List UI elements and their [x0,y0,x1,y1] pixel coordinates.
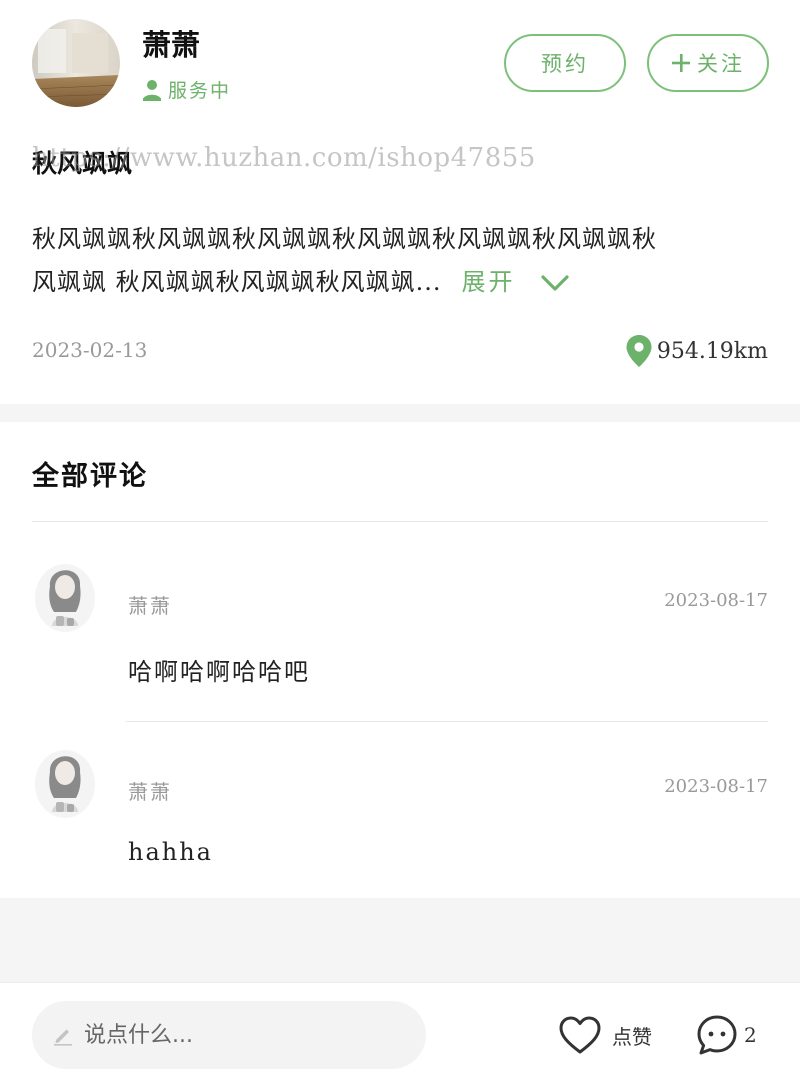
bottom-action-bar: 点赞 2 [0,982,800,1078]
comment-count: 2 [744,1023,757,1047]
comment-date: 2023-08-17 [664,590,768,611]
heart-icon [559,1016,601,1054]
expand-label: 展开 [461,268,516,296]
plus-icon [672,54,690,72]
comment-count-button[interactable]: 2 [696,1014,757,1056]
commenter-avatar[interactable] [32,742,98,820]
divider [126,721,768,722]
post-date: 2023-02-13 [32,338,148,362]
post-body-line: 风飒飒 秋风飒飒秋风飒飒秋风飒飒... [32,268,442,296]
service-status: 服务中 [142,76,231,103]
comments-section: 全部评论 萧萧 2023-08-17 哈啊哈啊哈哈吧 萧萧 2023-08-17… [0,422,800,898]
divider [32,521,768,522]
commenter-avatar[interactable] [32,556,98,634]
comment-text: hahha [128,838,213,866]
comment-item: 萧萧 2023-08-17 hahha [32,742,768,922]
profile-avatar[interactable] [32,19,120,107]
profile-name: 萧萧 [142,28,201,62]
comments-title: 全部评论 [32,461,148,492]
distance-info: 954.19km [625,334,768,368]
distance-value: 954.19km [656,338,768,364]
location-pin-icon [626,335,652,367]
comment-text: 哈啊哈啊哈哈吧 [128,658,310,686]
comment-date: 2023-08-17 [664,776,768,797]
comment-input[interactable] [84,1022,384,1048]
chevron-down-icon [540,274,569,291]
comment-item: 萧萧 2023-08-17 哈啊哈啊哈哈吧 [32,556,768,736]
pencil-icon [54,1029,72,1046]
book-button[interactable]: 预约 [504,34,626,92]
commenter-name: 萧萧 [128,780,172,804]
chat-bubble-icon [697,1015,737,1055]
follow-button-label: 关注 [697,52,745,76]
commenter-name: 萧萧 [128,594,172,618]
post-body: 秋风飒飒秋风飒飒秋风飒飒秋风飒飒秋风飒飒秋风飒飒秋 风飒飒 秋风飒飒秋风飒飒秋风… [32,218,768,304]
person-icon [143,79,161,101]
watermark-text: https://www.huzhan.com/ishop47855 [32,143,536,173]
follow-button[interactable]: 关注 [647,34,769,92]
like-label: 点赞 [612,1024,652,1049]
expand-button[interactable]: 展开 [462,261,570,304]
comment-input-box[interactable] [32,1001,426,1069]
post-card: 萧萧 服务中 预约 关注 秋风飒飒 https://www.huzhan.com… [0,0,800,404]
post-body-line: 秋风飒飒秋风飒飒秋风飒飒秋风飒飒秋风飒飒秋风飒飒秋 [32,225,657,253]
like-button[interactable]: 点赞 [558,1015,652,1055]
book-button-label: 预约 [541,52,589,76]
service-status-label: 服务中 [168,80,232,102]
